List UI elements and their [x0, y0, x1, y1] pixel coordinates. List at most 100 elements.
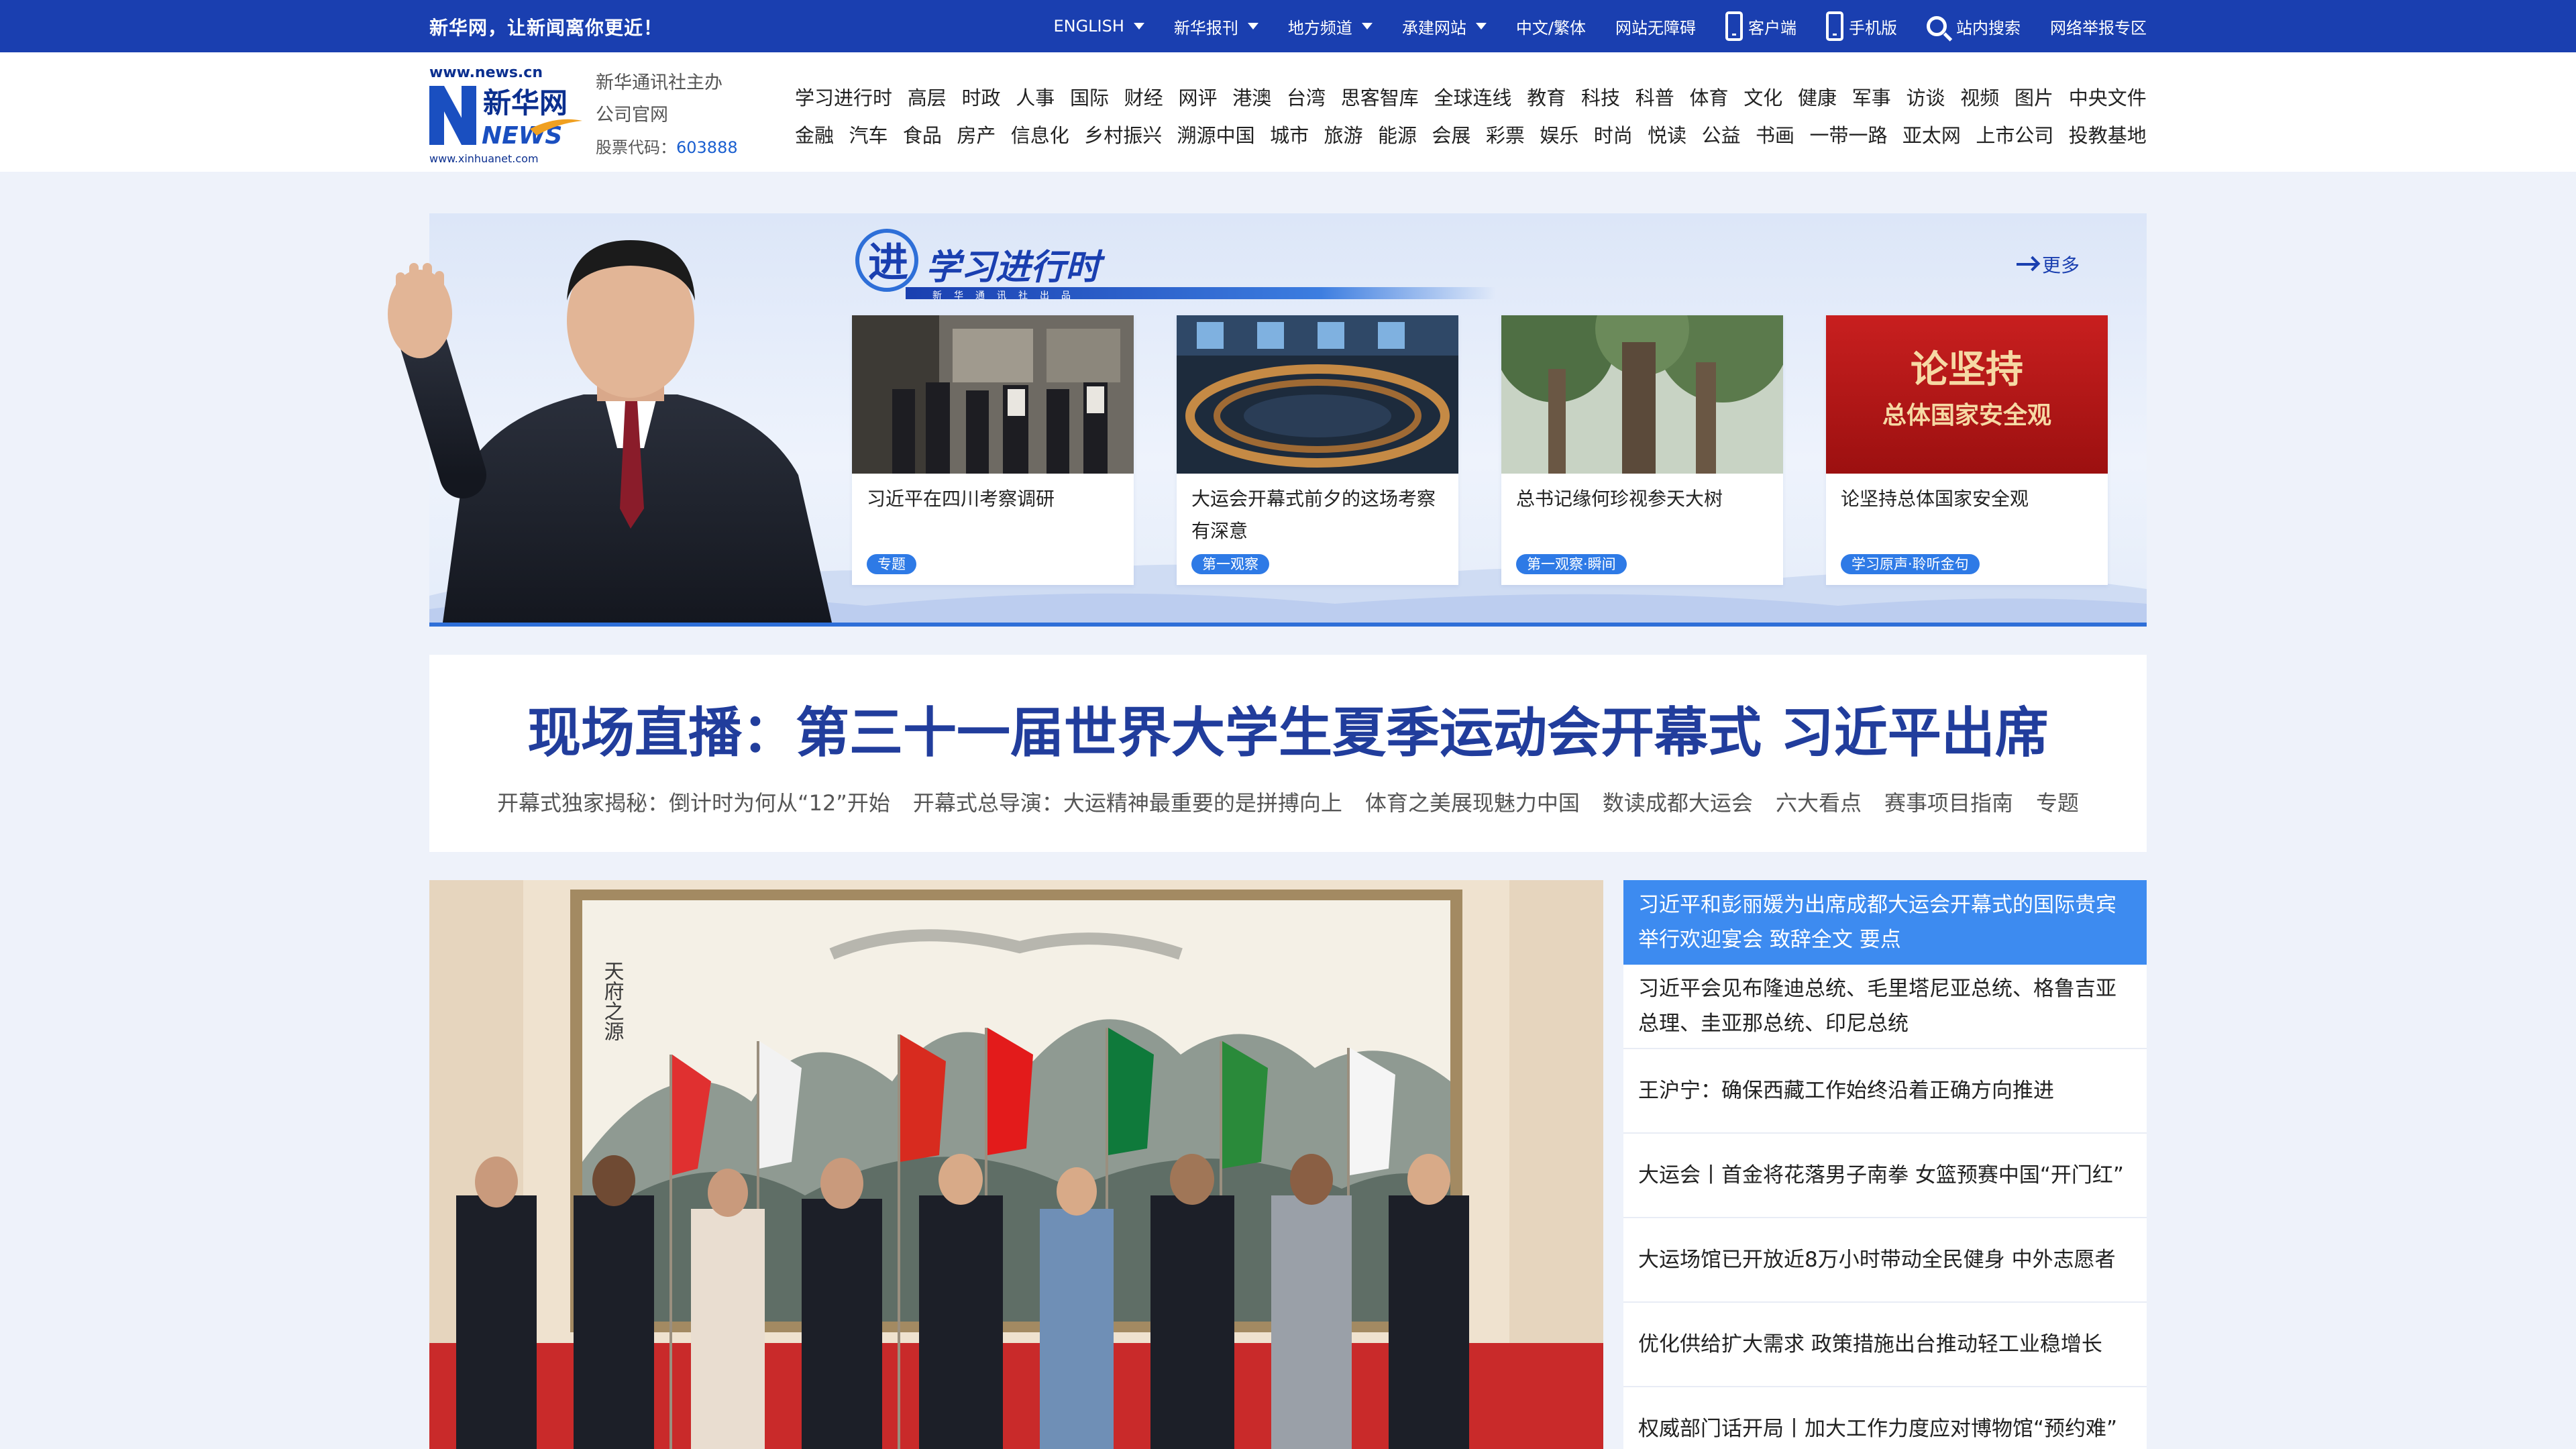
headline-title[interactable]: 现场直播：第三十一届世界大学生夏季运动会开幕式 习近平出席	[429, 690, 2147, 767]
main-nav-item[interactable]: 高层	[908, 83, 947, 111]
phone-icon	[1725, 11, 1743, 41]
main-nav-item[interactable]: 会展	[1432, 120, 1470, 148]
headline-sublink[interactable]: 赛事项目指南	[1884, 786, 2013, 817]
main-nav-item[interactable]: 军事	[1852, 83, 1891, 111]
study-card[interactable]: 论坚持 总体国家安全观 论坚持总体国家安全观 学习原声·聆听金句	[1826, 315, 2108, 585]
top-nav-label: 网站无障碍	[1615, 18, 1696, 38]
main-nav-item[interactable]: 体育	[1690, 83, 1729, 111]
study-card[interactable]: 大运会开幕式前夕的这场考察有深意 第一观察	[1177, 315, 1458, 585]
main-nav-item[interactable]: 中央文件	[2069, 83, 2147, 111]
main-nav-item[interactable]: 台湾	[1287, 83, 1326, 111]
main-nav-item[interactable]: 人事	[1016, 83, 1055, 111]
main-nav-item[interactable]: 时尚	[1594, 120, 1633, 148]
card-graphic-national-security: 论坚持 总体国家安全观	[1826, 315, 2108, 474]
main-nav-item[interactable]: 溯源中国	[1177, 120, 1255, 148]
top-nav-newspapers[interactable]: 新华报刊	[1174, 15, 1258, 38]
main-nav-item[interactable]: 投教基地	[2069, 120, 2147, 148]
main-nav-item[interactable]: 文化	[1743, 83, 1782, 111]
main-nav-item[interactable]: 书画	[1756, 120, 1794, 148]
news-list-item[interactable]: 权威部门话开局丨加大工作力度应对博物馆“预约难”	[1623, 1387, 2147, 1449]
more-link[interactable]: 更多	[2016, 251, 2080, 278]
main-nav-item[interactable]: 汽车	[849, 120, 888, 148]
main-nav-item[interactable]: 娱乐	[1540, 120, 1578, 148]
main-nav-item[interactable]: 悦读	[1648, 120, 1686, 148]
logo-url-top: www.news.cn	[429, 64, 543, 81]
news-list-item[interactable]: 大运场馆已开放近8万小时带动全民健身 中外志愿者	[1623, 1218, 2147, 1303]
main-nav-item[interactable]: 财经	[1124, 83, 1163, 111]
chevron-down-icon	[1247, 23, 1258, 30]
top-nav-traditional-chinese[interactable]: 中文/繁体	[1516, 15, 1586, 38]
main-nav-item[interactable]: 彩票	[1486, 120, 1525, 148]
main-nav-item[interactable]: 公益	[1702, 120, 1741, 148]
headline-sublink[interactable]: 开幕式独家揭秘：倒计时为何从“12”开始	[497, 786, 890, 817]
main-nav-item[interactable]: 思客智库	[1341, 83, 1419, 111]
study-column-logo[interactable]: 进 学习进行时 新华通讯社出品	[852, 213, 1523, 307]
card-tag[interactable]: 专题	[867, 554, 916, 574]
main-nav-item[interactable]: 网评	[1179, 83, 1218, 111]
news-list-item[interactable]: 王沪宁：确保西藏工作始终沿着正确方向推进	[1623, 1049, 2147, 1134]
main-nav-item[interactable]: 房产	[957, 120, 996, 148]
top-nav-label: 承建网站	[1401, 18, 1466, 38]
headline-sublink[interactable]: 体育之美展现魅力中国	[1365, 786, 1580, 817]
news-list-item[interactable]: 习近平和彭丽媛为出席成都大运会开幕式的国际贵宾举行欢迎宴会 致辞全文 要点	[1623, 880, 2147, 965]
main-nav-item[interactable]: 乡村振兴	[1084, 120, 1162, 148]
main-nav-item[interactable]: 时政	[962, 83, 1001, 111]
news-list-item[interactable]: 习近平会见布隆迪总统、毛里塔尼亚总统、格鲁吉亚总理、圭亚那总统、印尼总统	[1623, 965, 2147, 1049]
xi-study-banner: 进 学习进行时 新华通讯社出品 更多 习近平在四川考察调研 专题 大运会开幕式前…	[388, 213, 2147, 627]
top-nav-report-zone[interactable]: 网络举报专区	[2050, 15, 2147, 38]
top-nav-label: 手机版	[1849, 18, 1897, 38]
main-nav-item[interactable]: 城市	[1270, 120, 1309, 148]
main-nav-item[interactable]: 上市公司	[1976, 120, 2053, 148]
card-tag[interactable]: 第一观察·瞬间	[1516, 554, 1627, 574]
main-nav-row-2: 金融 汽车 食品 房产 信息化 乡村振兴 溯源中国 城市 旅游 能源 会展 彩票 娱乐 时尚 悦读 公益 书画一…	[795, 115, 2147, 153]
main-news-photo[interactable]: 天府之源	[429, 880, 1603, 1449]
svg-text:进: 进	[868, 239, 908, 286]
main-nav-item[interactable]: 旅游	[1324, 120, 1363, 148]
main-nav-item[interactable]: 教育	[1527, 83, 1566, 111]
card-tag[interactable]: 学习原声·聆听金句	[1841, 554, 1980, 574]
main-nav-item[interactable]: 国际	[1070, 83, 1109, 111]
top-nav-local-channels[interactable]: 地方频道	[1288, 15, 1373, 38]
main-nav-item[interactable]: 学习进行时	[795, 83, 892, 111]
card-title: 大运会开幕式前夕的这场考察有深意	[1191, 488, 1436, 542]
headline-box: 现场直播：第三十一届世界大学生夏季运动会开幕式 习近平出席 开幕式独家揭秘：倒计…	[429, 655, 2147, 852]
news-list-item[interactable]: 优化供给扩大需求 政策措施出台推动轻工业稳增长	[1623, 1303, 2147, 1387]
top-nav-site-search[interactable]: 站内搜索	[1927, 15, 2021, 38]
study-card[interactable]: 总书记缘何珍视参天大树 第一观察·瞬间	[1495, 268, 1790, 585]
top-nav-label: 网络举报专区	[2050, 18, 2147, 38]
site-logo[interactable]: www.news.cn 新华网 NEWS www.xinhuanet.com	[429, 64, 584, 165]
top-nav-built-sites[interactable]: 承建网站	[1402, 15, 1487, 38]
leader-portrait-image[interactable]	[362, 193, 859, 623]
main-nav-item[interactable]: 图片	[2015, 83, 2053, 111]
headline-sublink[interactable]: 专题	[2036, 786, 2079, 817]
card-tag[interactable]: 第一观察	[1191, 554, 1269, 574]
headline-sublink[interactable]: 开幕式总导演：大运精神最重要的是拼搏向上	[913, 786, 1342, 817]
main-nav-item[interactable]: 信息化	[1011, 120, 1069, 148]
main-nav-item[interactable]: 科普	[1635, 83, 1674, 111]
main-nav-item[interactable]: 视频	[1960, 83, 1999, 111]
top-nav-english[interactable]: ENGLISH	[1053, 17, 1144, 36]
top-nav-accessibility[interactable]: 网站无障碍	[1615, 15, 1696, 38]
main-nav-item[interactable]: 访谈	[1907, 83, 1945, 111]
main-nav-item[interactable]: 一带一路	[1809, 120, 1887, 148]
news-list-item[interactable]: 大运会丨首金将花落男子南拳 女篮预赛中国“开门红”	[1623, 1134, 2147, 1218]
org-info: 新华通讯社主办 公司官网 股票代码：603888	[596, 67, 738, 164]
top-nav-mobile[interactable]: 手机版	[1826, 11, 1897, 41]
main-nav-item[interactable]: 能源	[1378, 120, 1417, 148]
top-nav-client-app[interactable]: 客户端	[1725, 11, 1796, 41]
main-nav-item[interactable]: 全球连线	[1434, 83, 1512, 111]
main-nav-item[interactable]: 港澳	[1232, 83, 1271, 111]
headline-sublink[interactable]: 数读成都大运会	[1603, 786, 1753, 817]
main-nav-item[interactable]: 亚太网	[1902, 120, 1961, 148]
main-nav-item[interactable]: 健康	[1798, 83, 1837, 111]
stock-code-link[interactable]: 603888	[676, 138, 738, 157]
headline-sublink[interactable]: 六大看点	[1776, 786, 1862, 817]
study-cards: 习近平在四川考察调研 专题 大运会开幕式前夕的这场考察有深意 第一观察 总书记缘…	[852, 268, 2108, 585]
main-nav-item[interactable]: 金融	[795, 120, 834, 148]
main-nav-item[interactable]: 科技	[1581, 83, 1620, 111]
main-nav-item[interactable]: 食品	[903, 120, 942, 148]
study-card[interactable]: 习近平在四川考察调研 专题	[852, 315, 1134, 585]
headline-sublinks: 开幕式独家揭秘：倒计时为何从“12”开始 开幕式总导演：大运精神最重要的是拼搏向上…	[429, 786, 2147, 817]
card-title: 总书记缘何珍视参天大树	[1516, 488, 1723, 510]
stock-code-label: 股票代码：	[596, 138, 676, 157]
